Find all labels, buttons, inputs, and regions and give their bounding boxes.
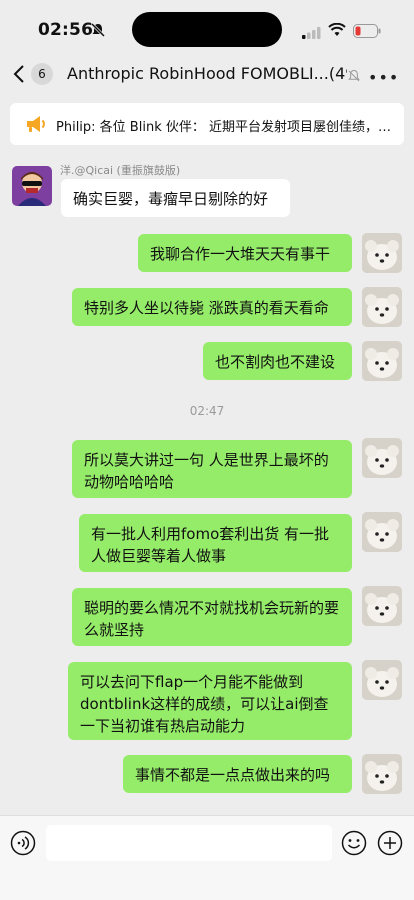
status-time: 02:56 xyxy=(38,20,94,40)
message-text: 事情不都是一点点做出来的吗 xyxy=(135,766,331,784)
voice-icon[interactable] xyxy=(10,830,36,860)
avatar[interactable] xyxy=(362,233,402,273)
message-text: 有一批人利用fomo套利出货 有一批人做巨婴等着人做事 xyxy=(91,525,330,565)
emoji-icon[interactable] xyxy=(341,830,367,860)
input-bar xyxy=(0,815,414,900)
message-text: 所以莫大讲过一句 人是世界上最坏的动物哈哈哈哈 xyxy=(84,451,329,491)
announcement-text: Philip: 各位 Blink 伙伴： 近期平台发射项目屡创佳绩，… xyxy=(56,120,391,135)
message-bubble-incoming[interactable]: 确实巨婴，毒瘤早日剔除的好 xyxy=(61,179,290,217)
avatar[interactable] xyxy=(362,586,402,626)
avatar[interactable] xyxy=(12,166,52,206)
message-bubble-outgoing[interactable]: 有一批人利用fomo套利出货 有一批人做巨婴等着人做事 xyxy=(79,514,352,572)
message-bubble-outgoing[interactable]: 聪明的要么情况不对就找机会玩新的要么就坚持 xyxy=(72,588,352,646)
message-timestamp: 02:47 xyxy=(189,404,225,418)
avatar[interactable] xyxy=(362,438,402,478)
battery-icon xyxy=(353,23,381,42)
chat-title[interactable]: Anthropic RobinHood FOMOBLI...(499) xyxy=(67,64,347,83)
message-text: 我聊合作一大堆天天有事干 xyxy=(150,245,331,263)
message-text: 确实巨婴，毒瘤早日剔除的好 xyxy=(73,190,269,208)
avatar[interactable] xyxy=(362,660,402,700)
signal-icon xyxy=(302,24,322,43)
avatar[interactable] xyxy=(362,754,402,794)
message-bubble-outgoing[interactable]: 我聊合作一大堆天天有事干 xyxy=(138,234,352,272)
more-icon[interactable]: ••• xyxy=(368,68,399,87)
status-bar: 02:56 xyxy=(0,0,414,56)
message-bubble-outgoing[interactable]: 可以去问下flap一个月能不能做到dontblink这样的成绩，可以让ai倒查一… xyxy=(68,662,352,740)
dynamic-island xyxy=(132,12,282,47)
mute-bell-icon xyxy=(90,22,106,42)
message-text: 聪明的要么情况不对就找机会玩新的要么就坚持 xyxy=(84,599,340,639)
message-bubble-outgoing[interactable]: 也不割肉也不建设 xyxy=(203,342,352,380)
avatar[interactable] xyxy=(362,341,402,381)
message-bubble-outgoing[interactable]: 所以莫大讲过一句 人是世界上最坏的动物哈哈哈哈 xyxy=(72,440,352,498)
muted-notification-icon xyxy=(347,68,361,87)
plus-icon[interactable] xyxy=(377,830,403,860)
message-bubble-outgoing[interactable]: 事情不都是一点点做出来的吗 xyxy=(123,755,352,793)
message-text: 可以去问下flap一个月能不能做到dontblink这样的成绩，可以让ai倒查一… xyxy=(80,673,329,735)
back-chevron-icon[interactable] xyxy=(12,64,26,88)
avatar[interactable] xyxy=(362,287,402,327)
message-input[interactable] xyxy=(46,825,332,861)
unread-count-badge[interactable]: 6 xyxy=(31,63,53,85)
speaker-icon xyxy=(24,112,48,140)
message-bubble-outgoing[interactable]: 特别多人坐以待毙 涨跌真的看天看命 xyxy=(72,288,352,326)
wifi-icon xyxy=(328,22,346,41)
message-text: 也不割肉也不建设 xyxy=(215,353,336,371)
sender-name: 洋.@Qicai (重振旗鼓版) xyxy=(60,164,181,177)
chat-header: 6 Anthropic RobinHood FOMOBLI...(499) ••… xyxy=(0,56,414,94)
message-text: 特别多人坐以待毙 涨跌真的看天看命 xyxy=(84,299,329,317)
pinned-announcement[interactable]: Philip: 各位 Blink 伙伴： 近期平台发射项目屡创佳绩，… xyxy=(10,103,404,145)
avatar[interactable] xyxy=(362,512,402,552)
